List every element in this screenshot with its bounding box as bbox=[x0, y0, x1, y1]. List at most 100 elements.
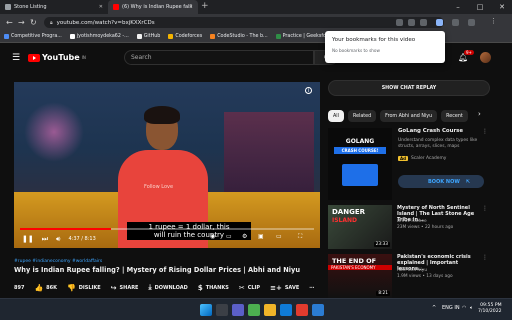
language-indicator[interactable]: ENG IN bbox=[442, 305, 460, 311]
extensions-puzzle-icon[interactable] bbox=[452, 19, 459, 26]
app-icon[interactable] bbox=[296, 304, 308, 316]
channel-name[interactable]: Dhruv Rathee bbox=[397, 219, 427, 224]
more-actions-icon[interactable]: ⋯ bbox=[309, 285, 314, 291]
bookmark-item[interactable]: Codeforces bbox=[168, 34, 202, 39]
chip-all[interactable]: All bbox=[328, 110, 344, 122]
avatar[interactable] bbox=[480, 52, 491, 63]
presenter-hair bbox=[144, 106, 180, 124]
video-thumbnail[interactable]: THE END OF PAKISTAN'S ECONOMY 8:21 bbox=[328, 254, 392, 298]
search-icon[interactable] bbox=[216, 304, 228, 316]
windows-start-icon[interactable] bbox=[200, 304, 212, 316]
chrome-icon[interactable] bbox=[248, 304, 260, 316]
progress-fill bbox=[20, 228, 112, 230]
bookmark-item[interactable]: jyotishmoydeka62 -... bbox=[69, 34, 129, 39]
settings-icon[interactable]: ⚙ bbox=[242, 233, 247, 240]
github-icon bbox=[136, 34, 142, 39]
taskbar-clock[interactable]: 09:55 PM 7/10/2022 bbox=[478, 303, 502, 315]
bookmark-item[interactable]: Competitive Progra... bbox=[4, 34, 62, 39]
suggested-video[interactable]: DANGER ISLAND 23:33 Mystery of North Sen… bbox=[328, 205, 492, 249]
notification-count-badge: 9+ bbox=[464, 50, 474, 55]
autoplay-toggle-icon[interactable]: ◉ bbox=[210, 233, 215, 240]
browser-tab-active[interactable]: (6) Why is Indian Rupee falli ✕ bbox=[108, 0, 198, 14]
bookmark-item[interactable]: CodeStudio - The b... bbox=[210, 34, 268, 39]
bookmark-item[interactable]: GitHub bbox=[136, 34, 160, 39]
forward-icon[interactable]: → bbox=[18, 18, 25, 27]
codestudio-icon bbox=[210, 34, 216, 39]
chip-from-channel[interactable]: From Abhi and Niyu bbox=[380, 110, 438, 122]
more-options-icon[interactable]: ⋮ bbox=[482, 254, 488, 261]
minimize-icon[interactable]: – bbox=[448, 0, 468, 14]
thumbs-up-icon: 👍 bbox=[34, 283, 44, 292]
volume-icon[interactable]: 🔊︎ bbox=[56, 235, 60, 244]
book-now-button[interactable]: BOOK NOW ⇱ bbox=[398, 175, 484, 188]
speaker-icon[interactable]: 🔈︎ bbox=[470, 305, 473, 311]
next-icon[interactable]: ⏭ bbox=[42, 235, 48, 244]
ad-title: GoLang Crash Course bbox=[398, 128, 463, 134]
video-player[interactable]: Follow Love i 1 rupee = 1 dollar, this w… bbox=[14, 82, 320, 248]
video-thumbnail[interactable]: DANGER ISLAND 23:33 bbox=[328, 205, 392, 249]
vscode-icon[interactable] bbox=[312, 304, 324, 316]
tray-chevron-icon[interactable]: ^ bbox=[432, 305, 436, 311]
suggested-video[interactable]: THE END OF PAKISTAN'S ECONOMY 8:21 Pakis… bbox=[328, 254, 492, 298]
clip-icon: ✂ bbox=[238, 283, 245, 292]
share-icon[interactable] bbox=[396, 19, 403, 26]
save-button[interactable]: ≡+ SAVE bbox=[270, 284, 299, 292]
reload-icon[interactable]: ↻ bbox=[30, 18, 37, 27]
miniplayer-icon[interactable]: ▣ bbox=[258, 233, 264, 240]
codeforces-icon bbox=[168, 34, 174, 39]
new-tab-icon[interactable]: + bbox=[201, 1, 209, 11]
edge-icon[interactable] bbox=[280, 304, 292, 316]
chevron-right-icon[interactable]: › bbox=[478, 110, 481, 118]
download-icon: ⤓ bbox=[148, 283, 152, 291]
bookmark-star-icon[interactable] bbox=[408, 19, 415, 26]
close-tab-icon[interactable]: ✕ bbox=[189, 4, 193, 10]
time-display: 4:37 / 8:13 bbox=[68, 236, 96, 242]
youtube-favicon-icon bbox=[113, 4, 119, 10]
save-icon: ≡+ bbox=[270, 283, 282, 292]
subtitles-icon[interactable]: ▭ bbox=[226, 233, 232, 240]
fullscreen-icon[interactable]: ⛶ bbox=[298, 233, 302, 241]
ad-card[interactable]: GOLANG CRASH COURSE! GoLang Crash Course… bbox=[328, 128, 488, 200]
thanks-icon: $ bbox=[197, 283, 203, 292]
video-duration: 23:33 bbox=[373, 242, 390, 247]
ad-thumbnail[interactable]: GOLANG CRASH COURSE! bbox=[328, 128, 392, 200]
show-chat-replay-button[interactable]: SHOW CHAT REPLAY bbox=[328, 80, 490, 96]
like-button[interactable]: 👍 86K bbox=[34, 284, 57, 292]
wifi-icon[interactable]: ◠ bbox=[462, 305, 466, 311]
thanks-button[interactable]: $ THANKS bbox=[198, 284, 229, 292]
chip-recent[interactable]: Recent bbox=[441, 110, 468, 122]
address-bar[interactable]: 🔒︎ youtube.com/watch?v=bxjKXXrCDs bbox=[44, 17, 444, 28]
external-link-icon: ⇱ bbox=[465, 178, 471, 185]
close-tab-icon[interactable]: ✕ bbox=[99, 4, 103, 10]
progress-bar[interactable] bbox=[20, 228, 314, 230]
dislike-button[interactable]: 👎 DISLIKE bbox=[67, 284, 101, 292]
extension-icon[interactable] bbox=[420, 19, 427, 26]
search-input[interactable]: Search bbox=[124, 50, 314, 65]
close-window-icon[interactable]: ✕ bbox=[492, 0, 512, 14]
clip-button[interactable]: ✂ CLIP bbox=[239, 284, 260, 292]
bookmark-extension-icon[interactable] bbox=[436, 19, 443, 26]
chip-related[interactable]: Related bbox=[347, 110, 377, 122]
bookmarks-popup: Your bookmarks for this video No bookmar… bbox=[325, 31, 445, 63]
more-options-icon[interactable]: ⋮ bbox=[482, 205, 488, 212]
channel-name[interactable]: Abhi and Niyu bbox=[397, 268, 427, 273]
youtube-logo[interactable]: YouTube IN bbox=[28, 53, 86, 62]
hamburger-menu-icon[interactable]: ☰ bbox=[12, 53, 20, 63]
info-icon[interactable]: i bbox=[305, 87, 312, 94]
pause-icon[interactable]: ❚❚ bbox=[22, 235, 34, 243]
download-button[interactable]: ⤓ DOWNLOAD bbox=[148, 283, 187, 292]
video-hashtags[interactable]: #rupee #indianeconomy #worldaffairs bbox=[14, 259, 102, 264]
back-icon[interactable]: ← bbox=[6, 18, 13, 27]
browser-tab[interactable]: Stone Listing ✕ bbox=[0, 0, 108, 14]
theater-mode-icon[interactable]: ▭ bbox=[276, 233, 282, 240]
bookmark-item[interactable]: Practice | Geeksfor... bbox=[275, 34, 332, 39]
popup-title: Your bookmarks for this video bbox=[332, 37, 416, 43]
profile-icon[interactable] bbox=[468, 19, 475, 26]
video-meta: 23M views • 22 hours ago bbox=[397, 225, 454, 230]
menu-dots-icon[interactable]: ⋮ bbox=[490, 17, 497, 25]
file-explorer-icon[interactable] bbox=[264, 304, 276, 316]
teams-icon[interactable] bbox=[232, 304, 244, 316]
maximize-icon[interactable]: □ bbox=[470, 0, 490, 14]
share-button[interactable]: ↪ SHARE bbox=[111, 284, 139, 292]
ad-more-icon[interactable]: ⋮ bbox=[482, 128, 488, 135]
